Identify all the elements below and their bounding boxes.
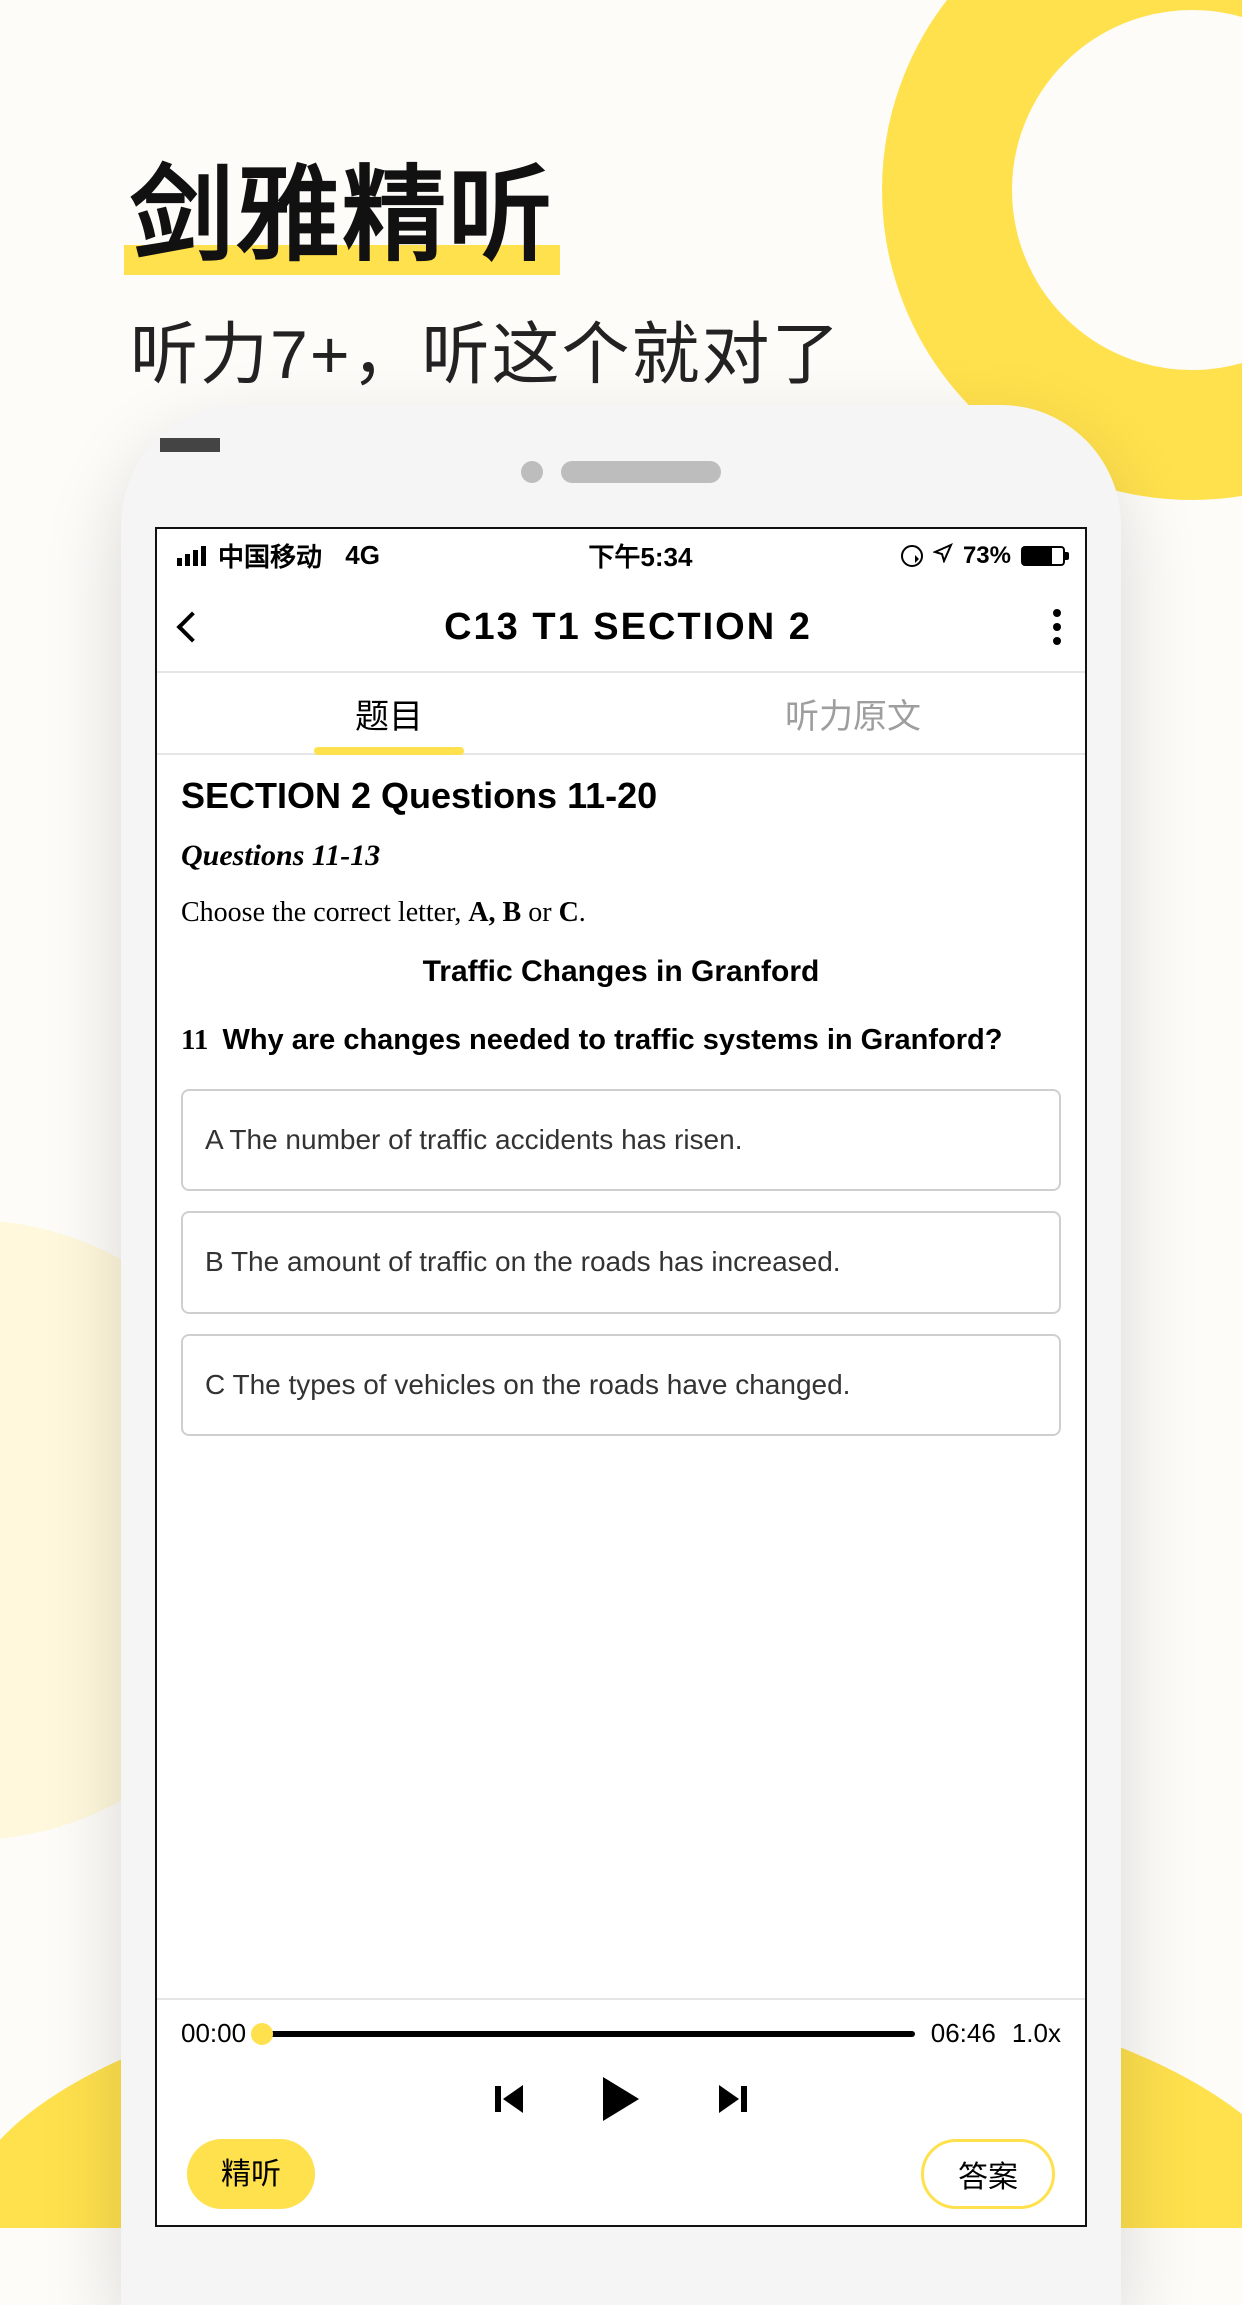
jingting-button[interactable]: 精听 (187, 2139, 315, 2209)
hero-title: 剑雅精听 (130, 130, 554, 281)
option-c[interactable]: C The types of vehicles on the roads hav… (181, 1334, 1061, 1436)
time-current: 00:00 (181, 2018, 246, 2049)
carrier-label: 中国移动 (218, 537, 322, 574)
time-total: 06:46 (931, 2018, 996, 2049)
more-icon[interactable] (1053, 609, 1061, 645)
player-controls (181, 2077, 1061, 2121)
location-icon (933, 542, 953, 570)
battery-pct: 73% (963, 542, 1011, 570)
tab-questions-label: 题目 (355, 689, 423, 738)
instr-suffix: . (579, 897, 586, 928)
player: 00:00 06:46 1.0x 精听 答案 (157, 1998, 1085, 2225)
answer-button[interactable]: 答案 (921, 2139, 1055, 2209)
signal-icon (177, 546, 206, 566)
option-b-text: B The amount of traffic on the roads has… (205, 1246, 841, 1277)
progress-thumb-icon[interactable] (251, 2023, 273, 2045)
question-text: Why are changes needed to traffic system… (222, 1024, 1002, 1056)
tab-transcript[interactable]: 听力原文 (621, 673, 1085, 753)
hero-subtitle: 听力7+，听这个就对了 (130, 299, 842, 398)
speed-label[interactable]: 1.0x (1012, 2018, 1061, 2049)
play-icon[interactable] (603, 2077, 639, 2121)
instr-bold2: C (559, 897, 579, 928)
question-line: 11 Why are changes needed to traffic sys… (181, 1019, 1061, 1061)
network-label: 4G (345, 540, 380, 571)
tabs: 题目 听力原文 (157, 673, 1085, 755)
instr-prefix: Choose the correct letter, (181, 897, 468, 928)
progress-row: 00:00 06:46 1.0x (181, 2018, 1061, 2049)
phone-mock: 中国移动 4G 下午5:34 73% C13 T1 SECTION 2 (121, 405, 1121, 2305)
battery-icon (1021, 546, 1065, 566)
question-number: 11 (181, 1024, 208, 1056)
phone-speaker (521, 461, 721, 483)
skip-next-icon[interactable] (719, 2085, 747, 2113)
tab-transcript-label: 听力原文 (785, 689, 921, 738)
hero-accent-bar (160, 438, 220, 452)
bottom-actions: 精听 答案 (181, 2139, 1061, 2213)
orientation-lock-icon (901, 545, 923, 567)
nav-title: C13 T1 SECTION 2 (203, 606, 1053, 649)
nav-header: C13 T1 SECTION 2 (157, 583, 1085, 673)
jingting-label: 精听 (221, 2158, 281, 2191)
status-bar: 中国移动 4G 下午5:34 73% (157, 529, 1085, 583)
sub-heading: Questions 11-13 (181, 839, 1061, 873)
answer-label: 答案 (958, 2161, 1018, 2194)
skip-prev-icon[interactable] (495, 2085, 523, 2113)
tab-questions[interactable]: 题目 (157, 673, 621, 753)
screen: 中国移动 4G 下午5:34 73% C13 T1 SECTION 2 (155, 527, 1087, 2227)
option-a-text: A The number of traffic accidents has ri… (205, 1124, 742, 1155)
section-heading: SECTION 2 Questions 11-20 (181, 775, 1061, 817)
instruction: Choose the correct letter, A, B or C. (181, 897, 1061, 929)
instr-bold1: A, B (468, 897, 521, 928)
option-a[interactable]: A The number of traffic accidents has ri… (181, 1089, 1061, 1191)
instr-mid: or (521, 897, 558, 928)
option-c-text: C The types of vehicles on the roads hav… (205, 1369, 850, 1400)
speaker-icon (561, 461, 721, 483)
status-time: 下午5:34 (380, 537, 901, 574)
camera-icon (521, 461, 543, 483)
hero: 剑雅精听 听力7+，听这个就对了 (130, 130, 842, 452)
topic-title: Traffic Changes in Granford (181, 955, 1061, 989)
progress-track[interactable] (262, 2031, 915, 2037)
option-b[interactable]: B The amount of traffic on the roads has… (181, 1211, 1061, 1313)
content: SECTION 2 Questions 11-20 Questions 11-1… (157, 755, 1085, 1998)
